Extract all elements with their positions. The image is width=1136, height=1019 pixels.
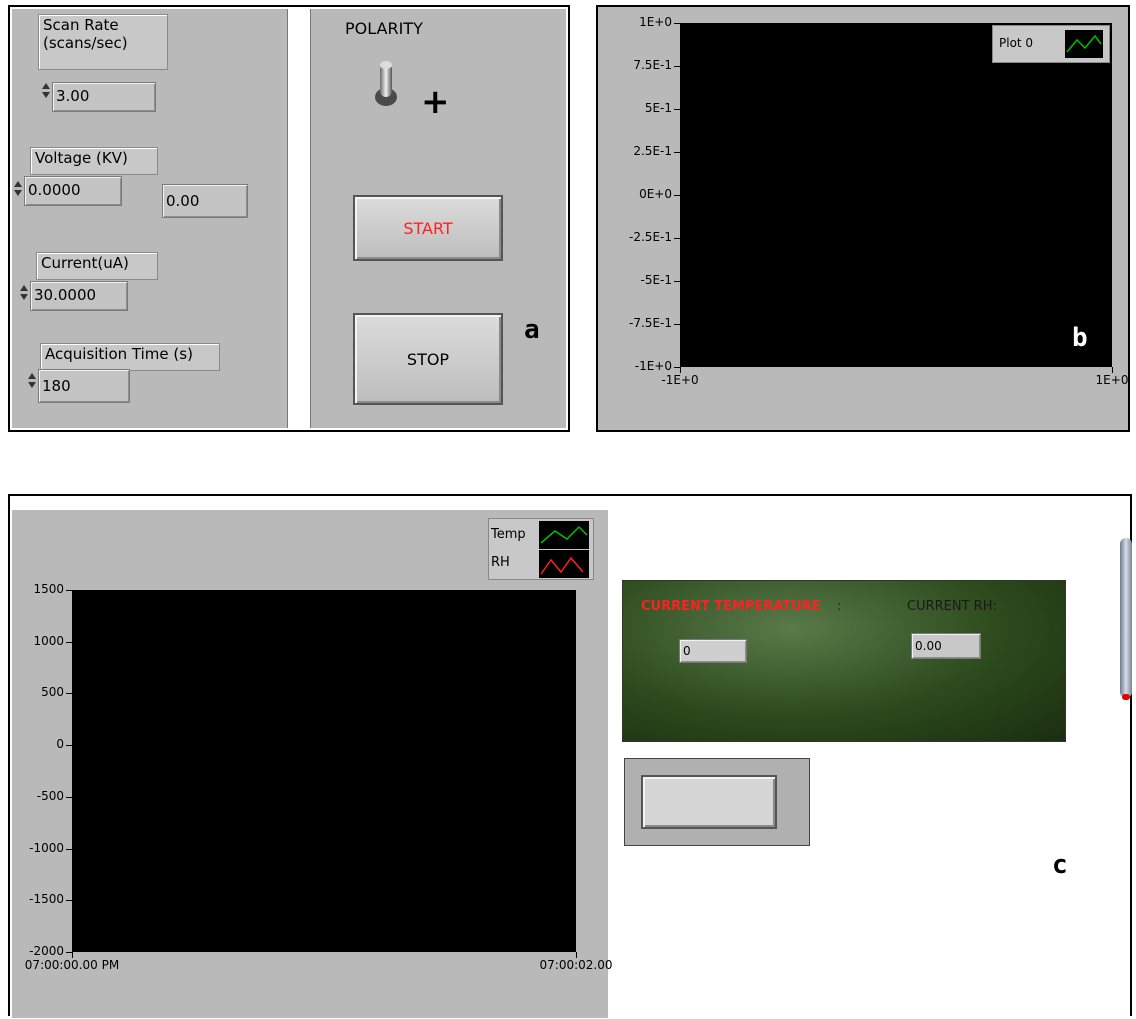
xy-graph-plot-area[interactable] — [680, 23, 1112, 367]
b-y-tick-label: -5E-1 — [640, 273, 672, 287]
polarity-label: POLARITY — [345, 19, 423, 38]
current-temperature-colon: : — [837, 599, 842, 614]
readout-panel: CURRENT TEMPERATURE : 0 CURRENT RH: 0.00 — [622, 580, 1066, 742]
current-temperature-label: CURRENT TEMPERATURE — [641, 599, 821, 614]
legend-rh-label: RH — [491, 555, 510, 570]
plot-legend: Plot 0 — [992, 25, 1110, 63]
c-y-tick-label: -1000 — [29, 840, 64, 855]
scan-rate-label: Scan Rate (scans/sec) — [38, 14, 168, 70]
legend-swatch — [1065, 30, 1103, 58]
b-y-tick-mark — [674, 195, 680, 196]
c-x-tick-mark — [576, 952, 577, 958]
b-y-tick-mark — [674, 152, 680, 153]
c-y-tick-label: 0 — [56, 737, 64, 752]
voltage-spinner[interactable] — [14, 181, 22, 199]
current-temperature-value: 0 — [679, 639, 747, 663]
legend-temp-swatch — [539, 521, 589, 549]
polarity-sign: + — [421, 82, 450, 122]
b-y-tick-label: 1E+0 — [639, 15, 672, 29]
vertical-scrollbar-thumb[interactable] — [1120, 538, 1132, 700]
c-y-tick-mark — [66, 745, 72, 747]
b-y-tick-label: -1E+0 — [634, 359, 672, 373]
current-input[interactable]: 30.0000 — [30, 281, 128, 311]
c-y-tick-mark — [66, 796, 72, 798]
chart-panel: Temp RH 1500 1000 500 0 -500 -1000 -1500 -2000 … — [12, 510, 612, 1018]
acquisition-time-label: Acquisition Time (s) — [40, 343, 220, 371]
c-y-tick-label: 1500 — [33, 582, 64, 596]
legend-rh-swatch — [539, 550, 589, 578]
voltage-readout: 0.00 — [162, 184, 248, 218]
unlabeled-button[interactable] — [641, 775, 777, 829]
c-y-tick-label: 500 — [41, 685, 64, 700]
panel-a-letter: a — [524, 315, 540, 345]
current-rh-label: CURRENT RH: — [907, 599, 997, 614]
start-button[interactable]: START — [353, 195, 503, 261]
c-x-tick-label: 07:00:00.00 PM — [24, 958, 120, 972]
b-y-tick-label: 7.5E-1 — [633, 58, 672, 72]
toggle-switch-icon — [375, 61, 397, 106]
b-x-tick-label: 1E+0 — [1095, 373, 1129, 387]
scan-rate-input[interactable]: 3.00 — [52, 82, 156, 112]
start-button-label: START — [403, 218, 453, 238]
panel-c-letter: c — [1052, 850, 1068, 880]
scan-rate-spinner[interactable] — [42, 83, 50, 101]
b-x-tick-label: -1E+0 — [661, 373, 699, 387]
b-y-tick-label: -7.5E-1 — [629, 316, 672, 330]
current-label: Current(uA) — [36, 252, 158, 280]
panel-b-letter: b — [1072, 323, 1088, 353]
current-rh-value: 0.00 — [911, 633, 981, 659]
c-y-tick-mark — [66, 590, 72, 591]
c-y-tick-label: -500 — [36, 788, 64, 803]
panel-a: Scan Rate (scans/sec) 3.00 Voltage (KV) … — [8, 5, 570, 432]
chart-legend: Temp RH — [488, 518, 594, 580]
b-y-tick-label: 2.5E-1 — [633, 144, 672, 158]
b-y-tick-mark — [674, 109, 680, 110]
scrollbar-end-marker — [1122, 694, 1130, 700]
stop-button-label: STOP — [406, 349, 450, 369]
legend-label: Plot 0 — [999, 36, 1034, 50]
b-x-tick-mark — [1112, 367, 1113, 373]
b-y-tick-mark — [674, 281, 680, 282]
c-x-tick-label: 07:00:02.00 — [539, 958, 613, 972]
c-y-tick-label: -2000 — [29, 944, 64, 958]
b-y-tick-mark — [674, 238, 680, 239]
c-y-tick-mark — [66, 693, 72, 695]
b-y-tick-mark — [674, 66, 680, 67]
polarity-toggle[interactable] — [373, 59, 399, 109]
c-x-tick-mark — [72, 952, 73, 958]
b-y-tick-label: -2.5E-1 — [629, 230, 672, 244]
c-y-tick-mark — [66, 900, 72, 902]
b-y-tick-label: 0E+0 — [639, 187, 672, 201]
panel-c: Temp RH 1500 1000 500 0 -500 -1000 -1500 -2000 … — [8, 494, 1132, 1018]
voltage-input[interactable]: 0.0000 — [24, 176, 122, 206]
b-x-tick-mark — [680, 367, 681, 373]
panel-b: Plot 0 1E+0 7.5E-1 5E-1 2.5E-1 0E+0 -2.5E-1 -5… — [596, 5, 1130, 432]
acquisition-time-spinner[interactable] — [28, 373, 36, 391]
c-y-tick-label: 1000 — [33, 633, 64, 648]
controls-panel: Scan Rate (scans/sec) 3.00 Voltage (KV) … — [12, 9, 288, 428]
waveform-chart-plot-area[interactable] — [72, 590, 576, 952]
c-y-tick-label: -1500 — [29, 892, 64, 907]
b-y-tick-mark — [674, 23, 680, 24]
b-y-tick-label: 5E-1 — [644, 101, 672, 115]
stop-button[interactable]: STOP — [353, 313, 503, 405]
run-panel: POLARITY + START STOP — [310, 9, 566, 428]
legend-temp-label: Temp — [491, 527, 526, 542]
acquisition-time-input[interactable]: 180 — [38, 369, 130, 403]
c-y-tick-mark — [66, 641, 72, 643]
voltage-label: Voltage (KV) — [30, 147, 158, 175]
button-panel — [624, 758, 810, 846]
b-y-tick-mark — [674, 324, 680, 325]
c-y-tick-mark — [66, 848, 72, 850]
current-spinner[interactable] — [20, 285, 28, 303]
